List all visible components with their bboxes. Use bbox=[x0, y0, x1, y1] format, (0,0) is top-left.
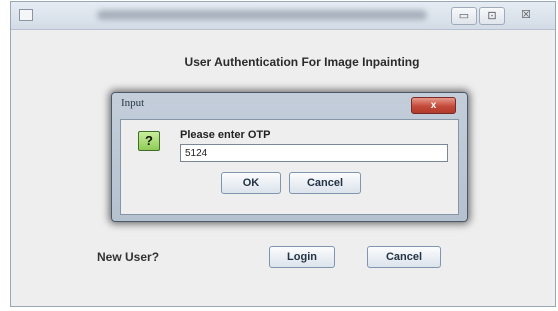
app-icon bbox=[19, 9, 33, 21]
window-title-blurred bbox=[97, 10, 427, 20]
dialog-body: ? Please enter OTP OK Cancel bbox=[120, 119, 459, 215]
dialog-close-button[interactable]: x bbox=[411, 97, 456, 114]
otp-input-dialog: Input x ? Please enter OTP OK Cancel bbox=[111, 92, 468, 222]
question-icon: ? bbox=[138, 131, 160, 151]
maximize-button[interactable]: ⊡ bbox=[479, 7, 505, 25]
window-close-button[interactable]: ☒ bbox=[511, 7, 541, 25]
dialog-cancel-button[interactable]: Cancel bbox=[289, 172, 361, 194]
main-cancel-button[interactable]: Cancel bbox=[367, 246, 441, 268]
ok-button[interactable]: OK bbox=[221, 172, 281, 194]
otp-prompt-label: Please enter OTP bbox=[180, 129, 271, 141]
new-user-label: New User? bbox=[97, 250, 160, 264]
otp-input[interactable] bbox=[180, 144, 448, 162]
dialog-title: Input bbox=[121, 97, 145, 109]
page-title: User Authentication For Image Inpainting bbox=[184, 55, 420, 69]
minimize-button[interactable]: ▭ bbox=[451, 7, 477, 25]
window-titlebar[interactable]: ▭ ⊡ ☒ bbox=[11, 2, 555, 30]
login-button[interactable]: Login bbox=[269, 246, 335, 268]
